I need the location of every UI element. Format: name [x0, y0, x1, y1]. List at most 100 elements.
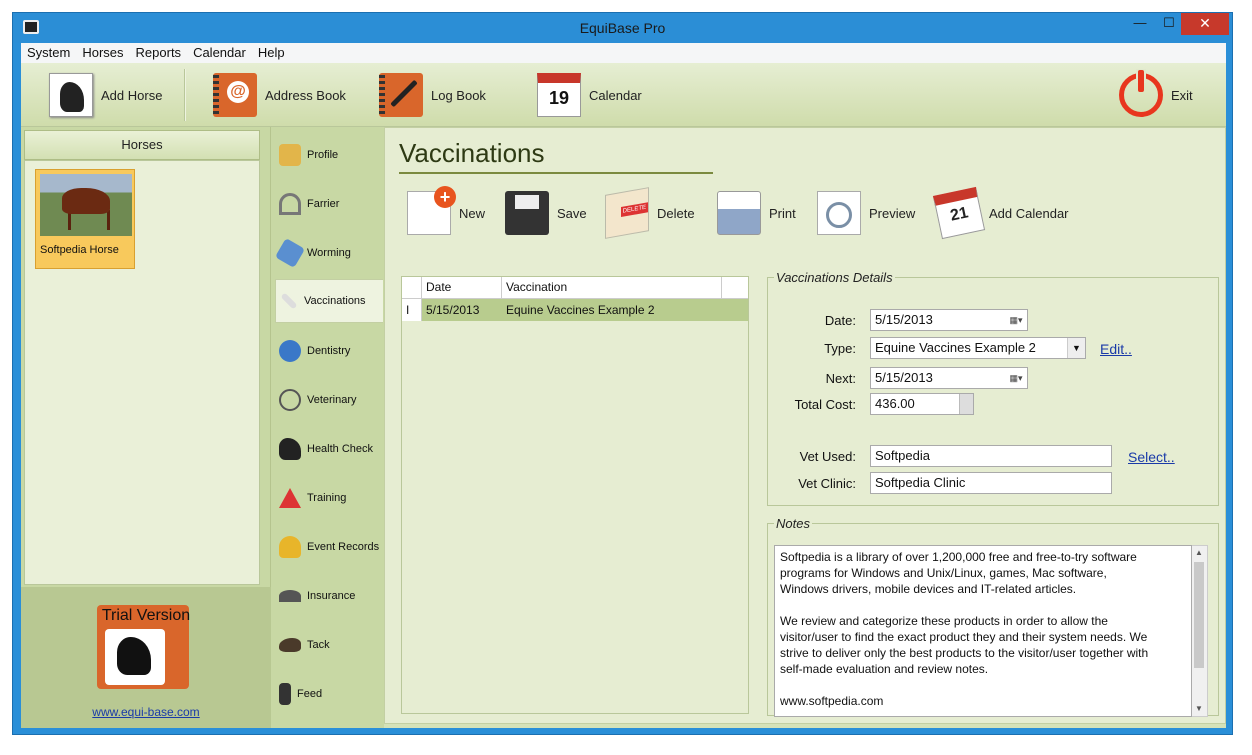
nav-label: Event Records	[307, 541, 380, 553]
calendar-dropdown-icon[interactable]: ▦▾	[1005, 310, 1027, 330]
row-selector-icon[interactable]: I	[402, 299, 422, 321]
date-picker[interactable]: 5/15/2013 ▦▾	[870, 309, 1028, 331]
nav-dentistry[interactable]: Dentistry	[275, 329, 383, 373]
stethoscope-icon	[279, 389, 301, 411]
type-value: Equine Vaccines Example 2	[875, 340, 1036, 355]
vaccinations-page: Vaccinations New Save Delete Print Previ…	[384, 127, 1226, 724]
client-area: Add Horse Address Book Log Book 19 Calen…	[21, 63, 1226, 728]
delete-icon	[605, 187, 649, 239]
nav-vaccinations[interactable]: Vaccinations	[275, 279, 383, 323]
select-vet-link[interactable]: Select..	[1128, 449, 1175, 465]
power-icon	[1119, 69, 1163, 117]
nav-veterinary[interactable]: Veterinary	[275, 378, 383, 422]
menu-calendar[interactable]: Calendar	[187, 43, 252, 63]
nav-feed[interactable]: Feed	[275, 672, 383, 716]
menu-horses[interactable]: Horses	[76, 43, 129, 63]
title-underline	[399, 172, 713, 174]
horse-icon	[279, 438, 301, 460]
horse-logo-icon	[105, 629, 165, 685]
type-select[interactable]: Equine Vaccines Example 2 ▼	[870, 337, 1086, 359]
add-calendar-button[interactable]: 21 Add Calendar	[932, 186, 1069, 240]
horseshoe-icon	[279, 193, 301, 215]
nav-label: Insurance	[307, 590, 356, 602]
minimize-button[interactable]: —	[1126, 13, 1154, 35]
new-document-icon	[407, 186, 456, 235]
notes-textarea[interactable]: Softpedia is a library of over 1,200,000…	[774, 545, 1192, 717]
exit-label: Exit	[1171, 87, 1193, 103]
nav-tack[interactable]: Tack	[275, 623, 383, 667]
umbrella-icon	[279, 590, 301, 602]
preview-button[interactable]: Preview	[817, 188, 915, 238]
new-button[interactable]: New	[407, 186, 485, 238]
next-value: 5/15/2013	[875, 370, 933, 385]
notes-scrollbar[interactable]: ▲ ▼	[1192, 545, 1208, 717]
profile-icon	[279, 144, 301, 166]
nav-worming[interactable]: Worming	[274, 231, 383, 275]
cell-date[interactable]: 5/15/2013	[422, 299, 502, 321]
nav-label: Feed	[297, 688, 323, 700]
address-book-button[interactable]: Address Book	[213, 71, 346, 119]
nav-label: Worming	[307, 247, 351, 259]
date-label: Date:	[824, 313, 856, 328]
vet-clinic-input[interactable]: Softpedia Clinic	[870, 472, 1112, 494]
scroll-thumb[interactable]	[1194, 562, 1204, 668]
nav-training[interactable]: Training	[275, 476, 383, 520]
add-horse-button[interactable]: Add Horse	[49, 71, 162, 119]
menu-help[interactable]: Help	[252, 43, 291, 63]
table-row[interactable]: I 5/15/2013 Equine Vaccines Example 2	[402, 299, 748, 321]
delete-button[interactable]: Delete	[605, 187, 695, 239]
nav-insurance[interactable]: Insurance	[275, 574, 383, 618]
nav-profile[interactable]: Profile	[275, 133, 383, 177]
calendar-button[interactable]: 19 Calendar	[537, 71, 642, 119]
column-header-date[interactable]: Date	[422, 277, 502, 298]
notes-legend: Notes	[776, 516, 810, 531]
edit-link[interactable]: Edit..	[1100, 341, 1132, 357]
vet-used-input[interactable]: Softpedia	[870, 445, 1112, 467]
horses-list[interactable]: Softpedia Horse	[24, 160, 260, 585]
print-button[interactable]: Print	[717, 188, 796, 238]
menu-reports[interactable]: Reports	[130, 43, 188, 63]
calendar-dropdown-icon[interactable]: ▦▾	[1005, 368, 1027, 388]
horse-name: Softpedia Horse	[40, 244, 119, 256]
total-cost-input[interactable]: 436.00	[870, 393, 974, 415]
horse-photo	[40, 174, 132, 236]
menu-system[interactable]: System	[21, 43, 76, 63]
save-label: Save	[557, 205, 587, 221]
total-cost-label: Total Cost:	[794, 397, 856, 412]
grid-header: Date Vaccination	[402, 277, 748, 299]
horse-card-icon	[49, 73, 93, 117]
vaccinations-grid[interactable]: Date Vaccination I 5/15/2013 Equine Vacc…	[401, 276, 749, 714]
nav-event-records[interactable]: Event Records	[275, 525, 383, 569]
horses-panel: Horses Softpedia Horse Trial Version www…	[21, 127, 271, 728]
date-value: 5/15/2013	[875, 312, 933, 327]
scroll-up-icon[interactable]: ▲	[1192, 546, 1206, 560]
cell-vaccination[interactable]: Equine Vaccines Example 2	[502, 299, 722, 321]
page-title: Vaccinations	[399, 138, 545, 168]
toolbar-separator	[184, 69, 186, 121]
website-link[interactable]: www.equi-base.com	[21, 705, 271, 719]
window-title: EquiBase Pro	[579, 20, 666, 36]
trial-area: Trial Version www.equi-base.com	[21, 587, 271, 728]
nav-farrier[interactable]: Farrier	[275, 182, 383, 226]
worming-icon	[274, 237, 306, 269]
floppy-disk-icon	[505, 191, 549, 235]
vet-used-label: Vet Used:	[799, 449, 856, 464]
nav-label: Profile	[307, 149, 339, 161]
horse-tile[interactable]: Softpedia Horse	[35, 169, 135, 269]
close-button[interactable]: ✕	[1181, 13, 1229, 35]
scroll-down-icon[interactable]: ▼	[1192, 702, 1206, 716]
nav-health-check[interactable]: Health Check	[275, 427, 383, 471]
exit-button[interactable]: Exit	[1119, 69, 1193, 119]
column-header-vaccination[interactable]: Vaccination	[502, 277, 722, 298]
chevron-down-icon[interactable]: ▼	[1067, 338, 1085, 358]
next-date-picker[interactable]: 5/15/2013 ▦▾	[870, 367, 1028, 389]
delete-label: Delete	[657, 205, 695, 221]
maximize-button[interactable]: ☐	[1155, 13, 1183, 35]
nav-label: Veterinary	[307, 394, 357, 406]
title-bar[interactable]: EquiBase Pro — ☐ ✕	[13, 13, 1232, 43]
feed-icon	[279, 683, 291, 705]
add-calendar-label: Add Calendar	[989, 205, 1069, 221]
save-button[interactable]: Save	[505, 188, 587, 238]
spinner-icon[interactable]	[959, 394, 973, 414]
log-book-button[interactable]: Log Book	[379, 71, 486, 119]
